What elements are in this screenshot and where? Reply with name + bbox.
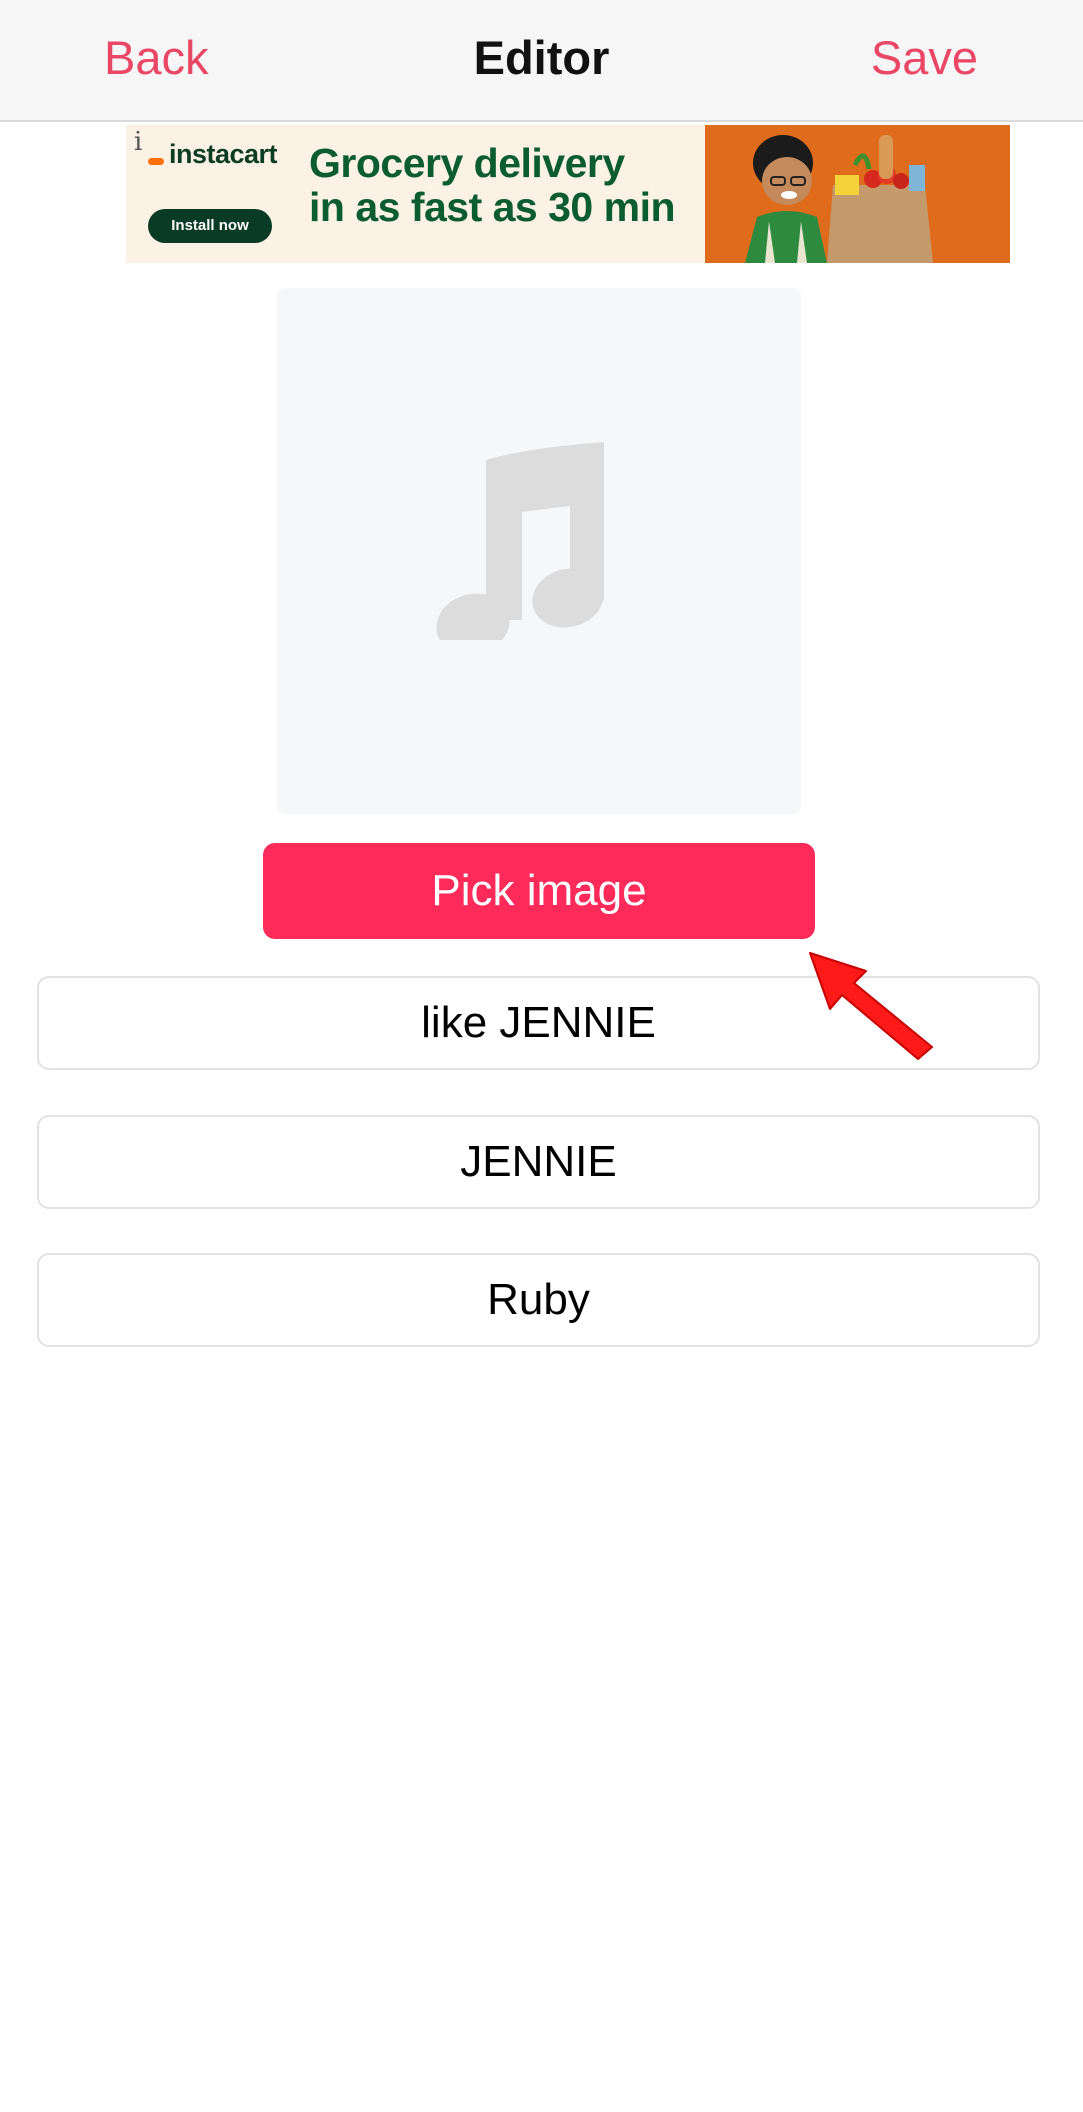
child-with-grocery-bag-image — [705, 125, 1010, 263]
ad-info-icon[interactable]: i — [134, 127, 142, 157]
ad-install-button[interactable]: Install now — [148, 209, 272, 243]
ad-logo-text: instacart — [169, 139, 278, 169]
annotation-arrow-icon — [809, 952, 933, 1060]
navigation-bar: Back Editor Save — [0, 0, 1083, 122]
editor-screen: Back Editor Save i instacart Install now… — [0, 0, 1083, 2112]
ad-logo: instacart — [148, 139, 278, 170]
carrot-logo-icon — [148, 158, 164, 165]
album-field[interactable]: Ruby — [37, 1253, 1040, 1347]
pick-image-button[interactable]: Pick image — [263, 843, 815, 939]
ad-headline: Grocery delivery in as fast as 30 min — [309, 141, 709, 229]
ad-banner[interactable]: i instacart Install now Grocery delivery… — [126, 125, 1010, 263]
ad-headline-line-2: in as fast as 30 min — [309, 184, 676, 230]
save-button[interactable]: Save — [871, 30, 978, 85]
music-note-icon — [436, 442, 604, 640]
artist-field[interactable]: JENNIE — [37, 1115, 1040, 1209]
ad-headline-line-1: Grocery delivery — [309, 140, 625, 186]
ad-photo — [705, 125, 1010, 263]
